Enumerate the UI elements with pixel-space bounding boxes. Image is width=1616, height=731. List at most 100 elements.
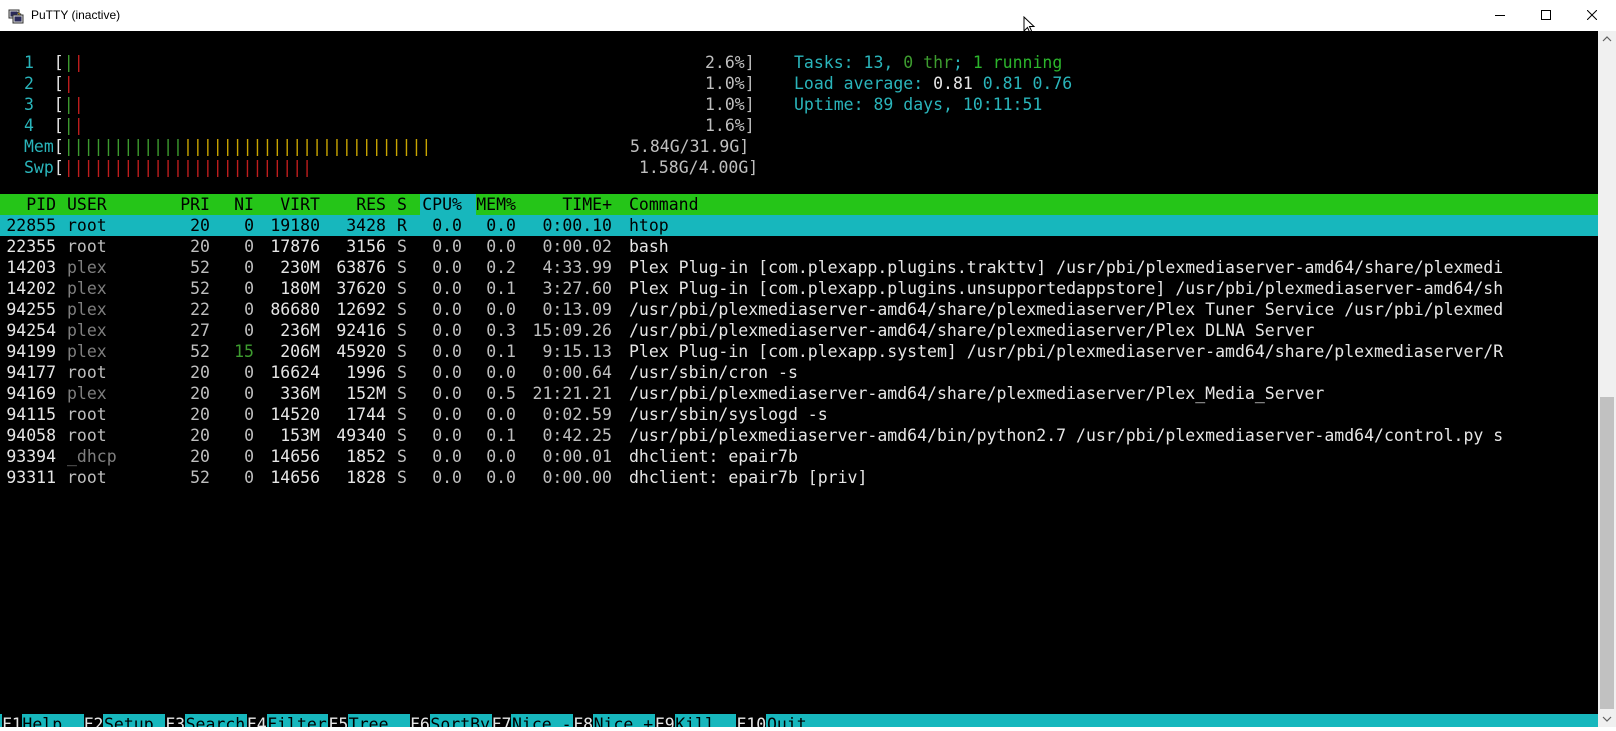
cpu-meter-3-value: 1.0%] [705, 95, 755, 114]
cell-ni: 15 [234, 342, 254, 361]
fkey-4-button[interactable]: Filter [267, 714, 327, 727]
cell-time: 21:21.21 [532, 384, 612, 403]
cell-pri: 22 [190, 300, 210, 319]
cell-ni: 0 [244, 237, 254, 256]
cell-res: 152M [346, 384, 386, 403]
cell-virt: 336M [280, 384, 320, 403]
title-bar[interactable]: PuTTY (inactive) [0, 0, 1616, 34]
cell-mem: 0.2 [486, 258, 516, 277]
header-s[interactable]: S [397, 194, 411, 215]
fkey-6-button[interactable]: SortBy [430, 714, 490, 727]
cell-mem: 0.0 [486, 363, 516, 382]
header-cpu[interactable]: CPU% [420, 194, 462, 215]
cpu-meter-3: 3 [|| [24, 95, 84, 114]
cell-user: plex [67, 342, 107, 361]
fkey-9-button[interactable]: Kill [675, 714, 735, 727]
cell-cpu: 0.0 [432, 300, 462, 319]
cell-mem: 0.0 [486, 405, 516, 424]
maximize-button[interactable] [1523, 0, 1569, 31]
header-user[interactable]: USER [67, 194, 167, 215]
cell-cpu: 0.0 [432, 216, 462, 235]
tasks-stat: Tasks: 13, 0 thr; 1 running [794, 53, 1063, 72]
cell-pri: 20 [190, 216, 210, 235]
chevron-down-icon [1602, 716, 1612, 722]
header-ni[interactable]: NI [220, 194, 254, 215]
cell-s: S [397, 405, 407, 424]
cpu-num: 3 [24, 95, 34, 114]
cell-s: S [397, 300, 407, 319]
cell-pid: 94177 [6, 363, 56, 382]
cell-pri: 20 [190, 384, 210, 403]
putty-app-icon[interactable] [8, 8, 24, 24]
cell-virt: 86680 [270, 300, 320, 319]
mem-meter: Mem[||||||||||||||||||||||||||||||||||||… [24, 137, 432, 156]
cell-cpu: 0.0 [432, 384, 462, 403]
header-res[interactable]: RES [322, 194, 386, 215]
cell-s: S [397, 279, 407, 298]
vertical-scrollbar[interactable] [1598, 31, 1616, 727]
cell-cmd: bash [629, 237, 669, 256]
cell-pid: 94169 [6, 384, 56, 403]
cell-res: 3156 [346, 237, 386, 256]
close-button[interactable] [1569, 0, 1615, 31]
terminal-area[interactable]: 1 [|| 2.6%] 2 [| 1.0%] 3 [|| 1.0%] 4 [||… [0, 31, 1598, 727]
header-cmd[interactable]: Command [629, 194, 1589, 215]
fkey-9-key: F9 [654, 714, 675, 727]
scrollbar-thumb[interactable] [1600, 397, 1614, 709]
cell-cpu: 0.0 [432, 279, 462, 298]
cell-virt: 153M [280, 426, 320, 445]
cell-cmd: /usr/sbin/cron -s [629, 363, 798, 382]
cell-pid: 94255 [6, 300, 56, 319]
load-average-stat: Load average: 0.81 0.81 0.76 [794, 74, 1073, 93]
cell-user: root [67, 426, 107, 445]
cell-cmd: Plex Plug-in [com.plexapp.plugins.traktt… [629, 258, 1504, 277]
fkey-7-button[interactable]: Nice - [512, 714, 572, 727]
cell-pri: 52 [190, 342, 210, 361]
fkey-10-button[interactable]: Quit [767, 714, 807, 727]
cell-res: 49340 [336, 426, 386, 445]
fkey-1-button[interactable]: Help [22, 714, 82, 727]
header-mem[interactable]: MEM% [474, 194, 516, 215]
cpu-meter-1: 1 [|| [24, 53, 84, 72]
cell-cmd: /usr/pbi/plexmediaserver-amd64/share/ple… [629, 300, 1504, 319]
fkey-7-key: F7 [491, 714, 512, 727]
fkey-8-button[interactable]: Nice + [594, 714, 654, 727]
cell-s: S [397, 426, 407, 445]
cell-ni: 0 [244, 321, 254, 340]
cell-res: 1828 [346, 468, 386, 487]
cell-res: 45920 [336, 342, 386, 361]
cell-s: R [397, 216, 407, 235]
cell-cpu: 0.0 [432, 321, 462, 340]
minimize-button[interactable] [1477, 0, 1523, 31]
scroll-down-button[interactable] [1598, 710, 1616, 727]
cell-pri: 20 [190, 447, 210, 466]
cell-mem: 0.0 [486, 216, 516, 235]
header-pid[interactable]: PID [2, 194, 56, 215]
scroll-up-button[interactable] [1598, 31, 1616, 48]
fkey-5-button[interactable]: Tree [349, 714, 409, 727]
cell-user: plex [67, 258, 107, 277]
cell-mem: 0.0 [486, 468, 516, 487]
cell-s: S [397, 237, 407, 256]
fkey-3-button[interactable]: Search [186, 714, 246, 727]
header-pri[interactable]: PRI [170, 194, 210, 215]
minimize-icon [1495, 15, 1505, 16]
header-virt[interactable]: VIRT [258, 194, 320, 215]
cell-res: 37620 [336, 279, 386, 298]
cell-cmd: /usr/pbi/plexmediaserver-amd64/share/ple… [629, 384, 1325, 403]
fkey-2-key: F2 [83, 714, 104, 727]
cell-pri: 20 [190, 237, 210, 256]
cell-user: root [67, 363, 107, 382]
cell-pri: 52 [190, 468, 210, 487]
fkey-2-button[interactable]: Setup [104, 714, 164, 727]
cell-pid: 14203 [6, 258, 56, 277]
cell-virt: 206M [280, 342, 320, 361]
cell-pid: 94115 [6, 405, 56, 424]
swp-label: Swp [24, 158, 54, 177]
cell-user: plex [67, 384, 107, 403]
header-time[interactable]: TIME+ [520, 194, 612, 215]
cell-virt: 14520 [270, 405, 320, 424]
cell-time: 0:00.10 [542, 216, 612, 235]
cell-s: S [397, 321, 407, 340]
fkey-4-key: F4 [246, 714, 267, 727]
